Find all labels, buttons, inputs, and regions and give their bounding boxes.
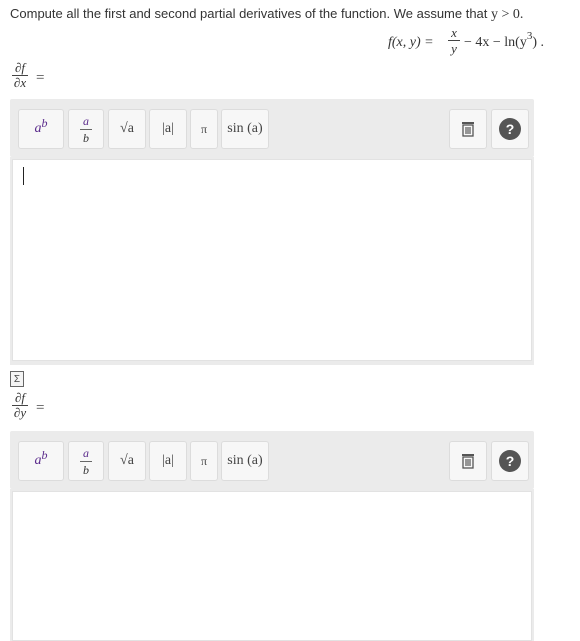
abs-label: |a| [162,121,174,136]
fraction-numerator: x [451,25,457,40]
fraction-button-num: a [83,113,89,128]
power-button[interactable]: ab [18,109,64,149]
function-rest-b: ) . [532,35,545,50]
math-toolbar-2: ab ab √a |a| π sin (a) ? [10,431,534,489]
abs-button[interactable]: |a| [149,109,187,149]
power-base: a [34,121,42,136]
abs-button[interactable]: |a| [149,441,187,481]
fraction-button-num: a [83,445,89,460]
help-button[interactable]: ? [491,441,529,481]
help-button[interactable]: ? [491,109,529,149]
equals-sign: = [36,70,45,86]
partial-x-numerator: ∂f [14,60,26,75]
math-toolbar-1: ab ab √a |a| π sin (a) ? [10,99,534,157]
question-prompt: Compute all the first and second partial… [10,6,523,23]
answer-input-2[interactable] [12,491,532,641]
function-rest-a: − 4x − ln(y [464,35,527,50]
sin-button[interactable]: sin (a) [221,441,269,481]
clear-button[interactable] [449,109,487,149]
pi-label: π [200,453,208,468]
sigma-label: Σ [13,373,21,385]
power-exponent: b [41,447,48,462]
equals-sign: = [36,400,45,416]
power-base: a [34,453,42,468]
partial-y-label: ∂f ∂y [12,390,28,420]
function-rest: − 4x − ln(y3) . [464,30,545,51]
answer-input-1[interactable] [12,159,532,361]
partial-y-denominator: ∂y [13,405,27,420]
pi-button[interactable]: π [190,109,218,149]
sqrt-label: √a [120,121,134,136]
fraction-button-den: b [83,462,89,477]
fraction-denominator: y [451,41,457,56]
abs-label: |a| [162,453,174,468]
power-button[interactable]: ab [18,441,64,481]
function-exponent: 3 [526,30,533,42]
help-icon: ? [499,118,521,140]
power-exponent: b [41,115,48,130]
partial-x-denominator: ∂x [13,75,27,90]
sqrt-button[interactable]: √a [108,109,146,149]
sqrt-button[interactable]: √a [108,441,146,481]
fraction-button-den: b [83,130,89,145]
sin-label: sin (a) [227,453,263,468]
clear-button[interactable] [449,441,487,481]
pi-label: π [200,121,208,136]
trash-icon [462,122,474,137]
fraction-button[interactable]: ab [68,109,104,149]
help-icon: ? [499,450,521,472]
sin-button[interactable]: sin (a) [221,109,269,149]
fraction-button[interactable]: ab [68,441,104,481]
trash-icon [462,454,474,469]
partial-y-numerator: ∂f [14,390,26,405]
text-caret [23,167,24,185]
prompt-text: Compute all the first and second partial… [10,6,488,21]
prompt-condition: y > 0. [491,7,524,22]
pi-button[interactable]: π [190,441,218,481]
sin-label: sin (a) [227,121,263,136]
partial-x-label: ∂f ∂x [12,60,28,90]
sigma-icon[interactable]: Σ [10,371,24,387]
function-fraction: x y [448,26,460,55]
function-lhs: f(x, y) = [388,35,434,50]
sqrt-label: √a [120,453,134,468]
